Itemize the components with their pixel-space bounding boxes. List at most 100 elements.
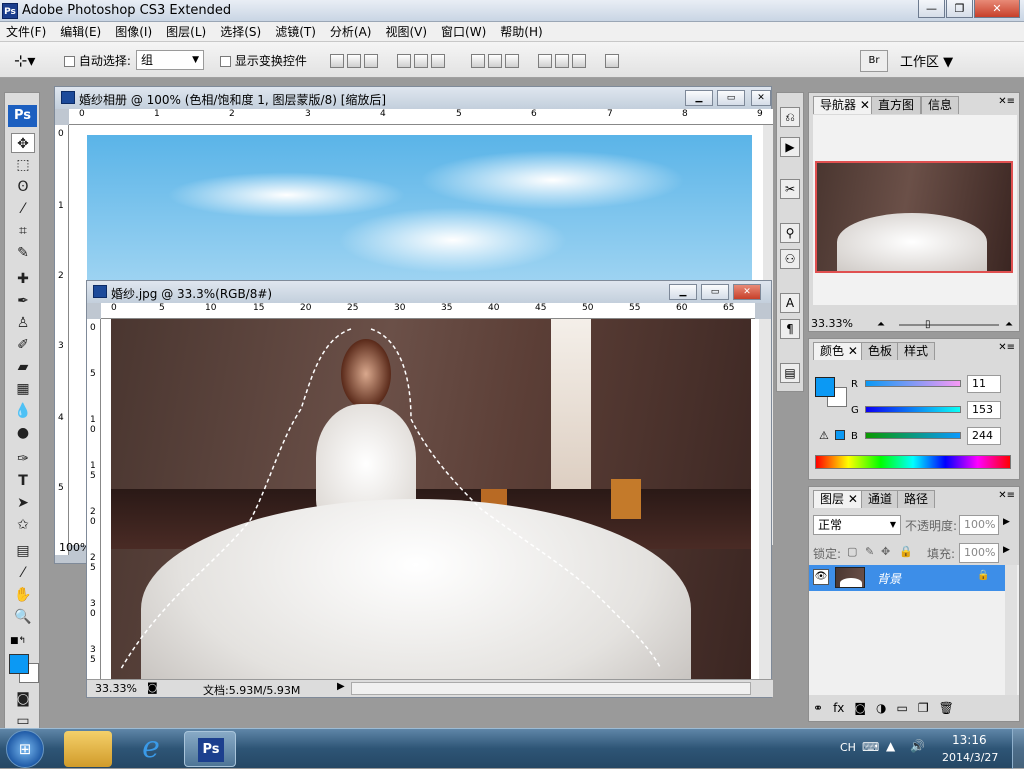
panel-menu-icon[interactable]: ✕≡	[998, 342, 1015, 353]
layer-style-icon[interactable]: fx	[833, 701, 844, 719]
layer-mask-icon[interactable]: ◙	[854, 701, 866, 719]
menu-image[interactable]: 图像(I)	[115, 23, 152, 40]
opacity-arrow-icon[interactable]: ▶	[1003, 517, 1010, 527]
tab-info[interactable]: 信息	[921, 96, 960, 114]
channel-r-slider[interactable]	[865, 380, 961, 387]
channel-b-value[interactable]: 244	[967, 427, 1001, 445]
workspace-menu[interactable]: 工作区 ▼	[900, 51, 953, 70]
distribute-right-icon[interactable]	[571, 53, 586, 68]
start-button[interactable]: ⊞	[6, 730, 44, 768]
zoom-in-icon[interactable]: ⏶	[1005, 319, 1013, 330]
channel-g-value[interactable]: 153	[967, 401, 1001, 419]
horizontal-scrollbar[interactable]	[351, 682, 751, 695]
clone-stamp-tool-icon[interactable]: ♙	[11, 313, 35, 333]
marquee-tool-icon[interactable]: ⬚	[11, 155, 35, 175]
layer-row[interactable]: 👁 背景 🔒	[809, 565, 1005, 591]
doc-close-button[interactable]: ✕	[733, 284, 761, 300]
tab-styles[interactable]: 样式	[897, 342, 936, 360]
menu-help[interactable]: 帮助(H)	[500, 23, 542, 40]
align-vcenter-icon[interactable]	[347, 53, 361, 68]
tab-paths[interactable]: 路径	[897, 490, 936, 508]
opacity-input[interactable]: 100%	[959, 515, 999, 535]
restore-button[interactable]: ❐	[946, 0, 973, 18]
fill-input[interactable]: 100%	[959, 543, 999, 563]
tab-swatches[interactable]: 色板	[861, 342, 900, 360]
keyboard-icon[interactable]: ⌨	[862, 740, 879, 754]
tab-color[interactable]: 颜色 ✕	[813, 342, 865, 360]
align-hcenter-icon[interactable]	[413, 53, 428, 68]
bridge-icon[interactable]: Br	[860, 50, 888, 72]
lock-position-icon[interactable]: ✥	[881, 545, 890, 558]
gamut-warning-icon[interactable]: ⚠	[819, 429, 829, 442]
healing-brush-tool-icon[interactable]: ✚	[11, 269, 35, 289]
file-explorer-taskbar-icon[interactable]	[64, 731, 112, 767]
crop-tool-icon[interactable]: ⌗	[11, 221, 35, 241]
eye-icon[interactable]: 👁	[813, 569, 829, 585]
foreground-color-chip[interactable]	[815, 377, 835, 397]
lock-image-icon[interactable]: ✎	[865, 545, 874, 558]
distribute-top-icon[interactable]	[471, 53, 486, 68]
menu-window[interactable]: 窗口(W)	[441, 23, 486, 40]
gamut-color-chip[interactable]	[835, 430, 845, 440]
menu-file[interactable]: 文件(F)	[6, 23, 46, 40]
align-left-icon[interactable]	[396, 53, 411, 68]
status-menu-arrow-icon[interactable]: ▶	[337, 681, 345, 692]
tab-layers[interactable]: 图层 ✕	[813, 490, 865, 508]
panel-menu-icon[interactable]: ✕≡	[998, 490, 1015, 501]
layers-scrollbar[interactable]	[1005, 565, 1017, 695]
eyedropper-tool-icon[interactable]: ⁄	[11, 563, 35, 583]
navigator-zoom-value[interactable]: 33.33%	[811, 317, 853, 330]
dodge-tool-icon[interactable]: ●	[11, 423, 35, 443]
menu-analysis[interactable]: 分析(A)	[330, 23, 372, 40]
foreground-color-swatch[interactable]	[9, 654, 29, 674]
slice-tool-icon[interactable]: ✎	[11, 243, 35, 263]
zoom-readout[interactable]: 33.33%	[95, 682, 137, 695]
zoom-slider-thumb-icon[interactable]: ▯	[925, 319, 931, 330]
adjustment-layer-icon[interactable]: ◑	[876, 701, 886, 719]
align-top-icon[interactable]	[330, 53, 344, 68]
pen-tool-icon[interactable]: ✑	[11, 449, 35, 469]
zoom-out-icon[interactable]: ⏶	[877, 319, 885, 330]
volume-icon[interactable]: 🔊	[910, 739, 925, 753]
distribute-left-icon[interactable]	[537, 53, 552, 68]
menu-view[interactable]: 视图(V)	[385, 23, 427, 40]
input-language[interactable]: CH	[840, 741, 856, 754]
link-layers-icon[interactable]: ⚭	[813, 701, 823, 719]
show-transform-checkbox[interactable]	[220, 56, 231, 67]
brush-tool-icon[interactable]: ✒	[11, 291, 35, 311]
minimize-button[interactable]: —	[918, 0, 945, 18]
internet-explorer-taskbar-icon[interactable]: e	[126, 731, 176, 767]
path-selection-tool-icon[interactable]: ➤	[11, 493, 35, 513]
channel-b-slider[interactable]	[865, 432, 961, 439]
align-bottom-icon[interactable]	[364, 53, 378, 68]
doc-minimize-button[interactable]: ▁	[685, 90, 713, 106]
color-spectrum-bar[interactable]	[815, 455, 1011, 469]
move-tool-icon[interactable]: ✥	[11, 133, 35, 153]
navigator-thumbnail[interactable]	[815, 161, 1013, 273]
distribute-hcenter-icon[interactable]	[554, 53, 569, 68]
close-button[interactable]: ✕	[974, 0, 1020, 18]
lock-transparent-icon[interactable]: ▢	[847, 545, 857, 558]
lasso-tool-icon[interactable]: ʘ	[11, 177, 35, 197]
delete-layer-icon[interactable]: 🗑	[939, 701, 954, 719]
distribute-bottom-icon[interactable]	[505, 53, 520, 68]
menu-edit[interactable]: 编辑(E)	[60, 23, 101, 40]
new-group-icon[interactable]: ▭	[897, 701, 908, 719]
document-window-front[interactable]: 婚纱.jpg @ 33.3%(RGB/8#) ▁ ▭ ✕ 0 5 10 15 2…	[86, 280, 773, 698]
status-info-icon[interactable]: ◙	[147, 681, 158, 694]
move-tool-preset-icon[interactable]: ⊹▾	[14, 51, 35, 70]
show-desktop-button[interactable]	[1012, 729, 1024, 769]
menu-select[interactable]: 选择(S)	[220, 23, 261, 40]
auto-select-checkbox[interactable]	[64, 56, 75, 67]
history-brush-tool-icon[interactable]: ✐	[11, 335, 35, 355]
blend-mode-dropdown[interactable]: 正常 ▼	[813, 515, 901, 535]
quick-mask-icon[interactable]: ◙	[11, 689, 35, 709]
eraser-tool-icon[interactable]: ▰	[11, 357, 35, 377]
doc-minimize-button[interactable]: ▁	[669, 284, 697, 300]
type-tool-icon[interactable]: T	[11, 471, 35, 491]
auto-align-icon[interactable]	[604, 53, 619, 68]
hand-tool-icon[interactable]: ✋	[11, 585, 35, 605]
align-right-icon[interactable]	[430, 53, 445, 68]
tool-presets-icon[interactable]: ✂	[780, 179, 800, 199]
shape-tool-icon[interactable]: ✩	[11, 515, 35, 535]
